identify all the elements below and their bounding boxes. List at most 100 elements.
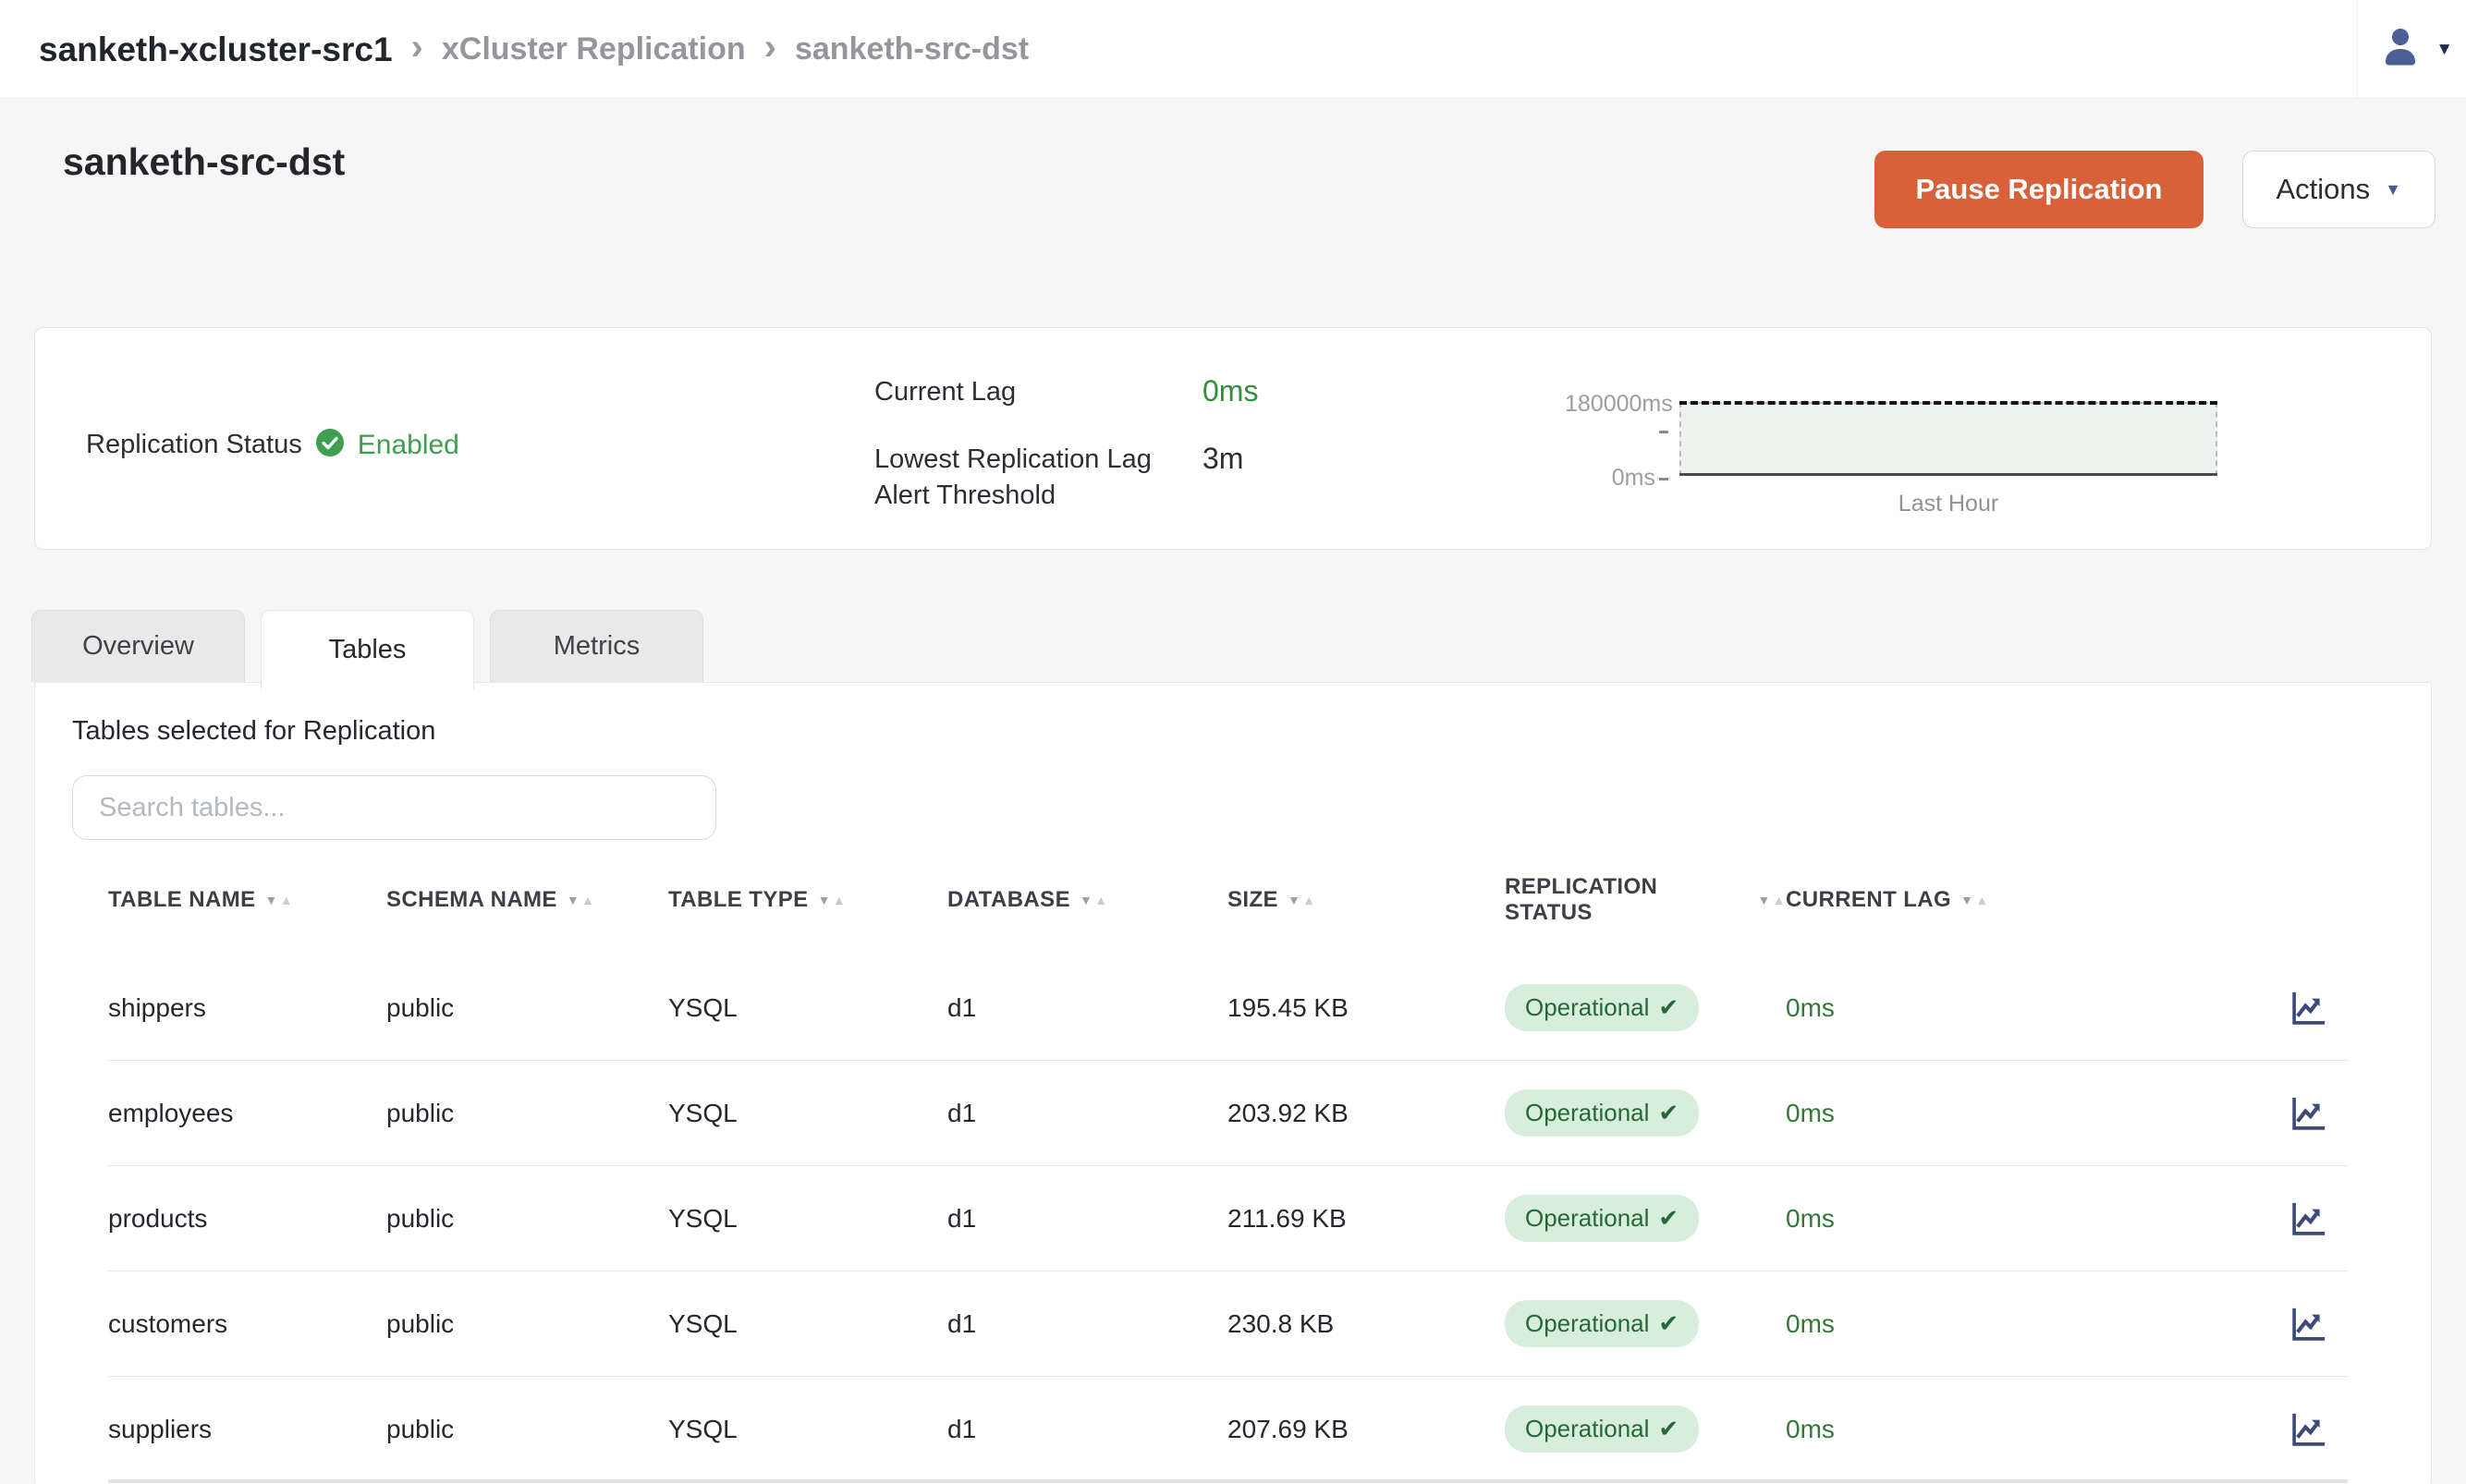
table-row: suppliers public YSQL d1 207.69 KB Opera… xyxy=(108,1377,2348,1482)
current-lag-value: 0ms xyxy=(1202,374,1258,410)
chevron-down-icon: ▼ xyxy=(2385,180,2401,200)
replication-status-label: Replication Status xyxy=(86,430,302,460)
cell-table-name: suppliers xyxy=(108,1415,386,1444)
cell-table-type: YSQL xyxy=(668,1415,947,1444)
pause-replication-button[interactable]: Pause Replication xyxy=(1874,151,2203,228)
cell-size: 203.92 KB xyxy=(1227,1099,1505,1128)
cell-current-lag: 0ms xyxy=(1786,1309,2289,1339)
cell-table-name: shippers xyxy=(108,993,386,1023)
table-row: shippers public YSQL d1 195.45 KB Operat… xyxy=(108,955,2348,1061)
cell-table-type: YSQL xyxy=(668,993,947,1023)
lag-graph-icon[interactable] xyxy=(2289,1093,2329,1134)
cell-table-type: YSQL xyxy=(668,1204,947,1234)
sort-icon: ▼▲ xyxy=(567,894,595,906)
lag-chart-ymin-label: 0ms xyxy=(1565,465,1668,492)
sort-icon: ▼▲ xyxy=(1288,894,1316,906)
cell-database: d1 xyxy=(947,1415,1227,1444)
table-row: customers public YSQL d1 230.8 KB Operat… xyxy=(108,1271,2348,1377)
column-header-size[interactable]: SIZE▼▲ xyxy=(1227,887,1505,913)
replication-status-value: Enabled xyxy=(358,430,459,461)
sort-icon: ▼▲ xyxy=(1757,894,1786,906)
cell-current-lag: 0ms xyxy=(1786,1204,2289,1234)
actions-dropdown-button[interactable]: Actions ▼ xyxy=(2242,151,2436,228)
breadcrumb: sanketh-xcluster-src1 › xCluster Replica… xyxy=(39,0,1029,99)
cell-schema-name: public xyxy=(386,1415,668,1444)
table-header-row: TABLE NAME▼▲ SCHEMA NAME▼▲ TABLE TYPE▼▲ … xyxy=(108,872,2348,928)
column-header-schema-name[interactable]: SCHEMA NAME▼▲ xyxy=(386,887,668,913)
breadcrumb-universe-link[interactable]: sanketh-xcluster-src1 xyxy=(39,30,393,69)
chevron-right-icon: › xyxy=(764,29,776,71)
cell-schema-name: public xyxy=(386,1099,668,1128)
table-row: employees public YSQL d1 203.92 KB Opera… xyxy=(108,1061,2348,1166)
cell-table-name: employees xyxy=(108,1099,386,1128)
page-title: sanketh-src-dst xyxy=(63,140,345,184)
replication-status: Replication Status Enabled xyxy=(86,428,459,462)
table-bottom-divider xyxy=(108,1479,2348,1483)
cell-current-lag: 0ms xyxy=(1786,1415,2289,1444)
check-icon: ✔ xyxy=(1658,1415,1679,1443)
cell-size: 207.69 KB xyxy=(1227,1415,1505,1444)
column-header-database[interactable]: DATABASE▼▲ xyxy=(947,887,1227,913)
cell-table-name: customers xyxy=(108,1309,386,1339)
cell-database: d1 xyxy=(947,1099,1227,1128)
user-menu[interactable]: ▼ xyxy=(2378,0,2453,99)
lag-graph-icon[interactable] xyxy=(2289,988,2329,1028)
check-circle-icon xyxy=(315,428,345,462)
check-icon: ✔ xyxy=(1658,1309,1679,1338)
cell-size: 230.8 KB xyxy=(1227,1309,1505,1339)
topbar-divider xyxy=(2357,0,2358,99)
lag-threshold-label: Lowest Replication Lag Alert Threshold xyxy=(874,442,1198,514)
lag-metrics: Current Lag 0ms Lowest Replication Lag A… xyxy=(874,374,1258,514)
column-header-current-lag[interactable]: CURRENT LAG▼▲ xyxy=(1786,887,2289,913)
cell-schema-name: public xyxy=(386,993,668,1023)
cell-table-type: YSQL xyxy=(668,1099,947,1128)
sort-icon: ▼▲ xyxy=(818,894,847,906)
tab-overview[interactable]: Overview xyxy=(31,610,245,682)
status-badge: Operational✔ xyxy=(1505,984,1699,1031)
xcluster-replication-page: sanketh-xcluster-src1 › xCluster Replica… xyxy=(0,0,2466,1484)
column-header-table-type[interactable]: TABLE TYPE▼▲ xyxy=(668,887,947,913)
user-avatar-icon xyxy=(2378,25,2423,74)
status-badge: Operational✔ xyxy=(1505,1300,1699,1347)
cell-database: d1 xyxy=(947,1204,1227,1234)
column-header-replication-status[interactable]: REPLICATION STATUS▼▲ xyxy=(1505,874,1786,926)
cell-size: 195.45 KB xyxy=(1227,993,1505,1023)
cell-schema-name: public xyxy=(386,1309,668,1339)
cell-table-type: YSQL xyxy=(668,1309,947,1339)
search-tables-input[interactable] xyxy=(72,775,716,840)
cell-table-name: products xyxy=(108,1204,386,1234)
current-lag-label: Current Lag xyxy=(874,374,1202,410)
status-badge: Operational✔ xyxy=(1505,1089,1699,1137)
replication-status-card: Replication Status Enabled Current Lag 0… xyxy=(34,327,2432,550)
lag-graph-icon[interactable] xyxy=(2289,1198,2329,1239)
lag-threshold-value: 3m xyxy=(1202,442,1258,514)
lag-chart-x-label: Last Hour xyxy=(1679,491,2217,517)
tables-section-heading: Tables selected for Replication xyxy=(72,716,435,747)
cell-current-lag: 0ms xyxy=(1786,993,2289,1023)
status-badge: Operational✔ xyxy=(1505,1405,1699,1453)
lag-chart-ymax-label: 180000ms xyxy=(1565,391,1668,444)
sort-icon: ▼▲ xyxy=(265,894,294,906)
breadcrumb-section-link[interactable]: xCluster Replication xyxy=(442,31,746,67)
check-icon: ✔ xyxy=(1658,1099,1679,1127)
page-actions: Pause Replication Actions ▼ xyxy=(1874,151,2435,228)
actions-button-label: Actions xyxy=(2277,173,2371,206)
tab-tables[interactable]: Tables xyxy=(261,610,474,689)
cell-size: 211.69 KB xyxy=(1227,1204,1505,1234)
lag-graph-icon[interactable] xyxy=(2289,1304,2329,1344)
breadcrumb-current: sanketh-src-dst xyxy=(795,31,1029,67)
chevron-down-icon: ▼ xyxy=(2435,40,2453,60)
table-row: products public YSQL d1 211.69 KB Operat… xyxy=(108,1166,2348,1271)
check-icon: ✔ xyxy=(1658,993,1679,1022)
column-header-table-name[interactable]: TABLE NAME▼▲ xyxy=(108,887,386,913)
tab-bar: Overview Tables Metrics xyxy=(31,610,703,689)
check-icon: ✔ xyxy=(1658,1204,1679,1233)
tab-metrics[interactable]: Metrics xyxy=(490,610,703,682)
sort-icon: ▼▲ xyxy=(1960,894,1989,906)
topbar: sanketh-xcluster-src1 › xCluster Replica… xyxy=(0,0,2466,99)
lag-chart-plot-area xyxy=(1679,402,2217,476)
sort-icon: ▼▲ xyxy=(1080,894,1108,906)
cell-database: d1 xyxy=(947,1309,1227,1339)
lag-graph-icon[interactable] xyxy=(2289,1409,2329,1450)
cell-current-lag: 0ms xyxy=(1786,1099,2289,1128)
